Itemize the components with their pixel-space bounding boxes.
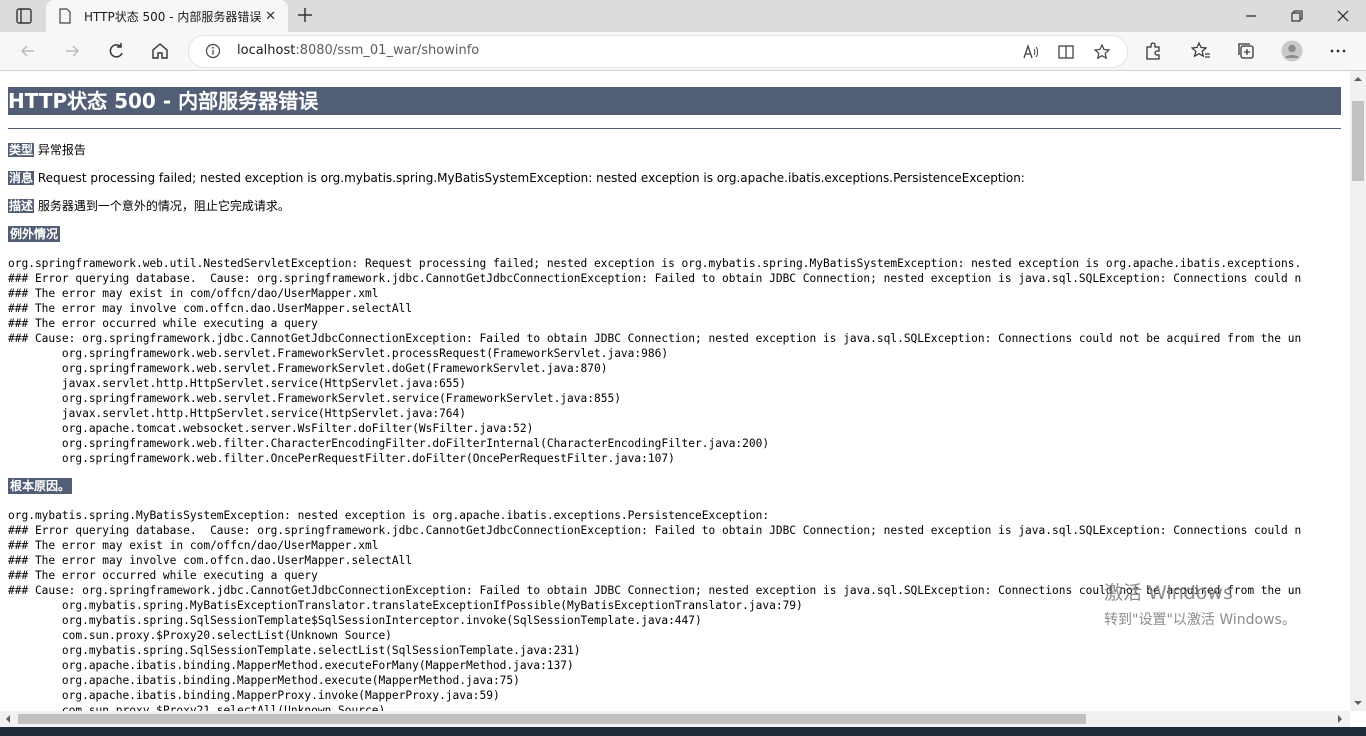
description-row: 描述 服务器遇到一个意外的情况，阻止它完成请求。 <box>8 198 290 214</box>
message-label: 消息 <box>8 171 35 185</box>
page-icon <box>59 8 71 24</box>
watermark-title: 激活 Windows <box>1104 582 1233 604</box>
url-text[interactable]: localhost:8080/ssm_01_war/showinfo <box>237 43 479 58</box>
favorites-icon[interactable] <box>1191 41 1211 61</box>
sidebar-icon[interactable] <box>10 6 36 26</box>
vertical-scroll-thumb[interactable] <box>1352 101 1364 181</box>
type-value: 异常报告 <box>37 143 86 157</box>
plus-icon[interactable] <box>294 4 316 26</box>
page-title: HTTP状态 500 - 内部服务器错误 <box>8 87 1341 115</box>
url-host: localhost <box>237 43 296 58</box>
refresh-icon[interactable] <box>106 41 126 61</box>
more-icon[interactable] <box>1328 41 1348 61</box>
tab-active[interactable]: HTTP状态 500 - 内部服务器错误 ✕ <box>46 0 288 32</box>
minimize-icon[interactable] <box>1243 8 1259 24</box>
watermark-subtitle: 转到"设置"以激活 Windows。 <box>1104 612 1296 628</box>
description-value: 服务器遇到一个意外的情况，阻止它完成请求。 <box>37 199 290 213</box>
immersive-reader-icon[interactable] <box>1057 43 1075 61</box>
browser-toolbar: localhost:8080/ssm_01_war/showinfo <box>0 32 1366 71</box>
close-icon[interactable] <box>1335 8 1351 24</box>
scroll-left-icon[interactable] <box>2 713 14 725</box>
restore-icon[interactable] <box>1289 8 1305 24</box>
add-favorite-icon[interactable] <box>1093 43 1111 61</box>
tab-close-icon[interactable]: ✕ <box>265 9 276 24</box>
tab-strip: HTTP状态 500 - 内部服务器错误 ✕ <box>0 0 1366 32</box>
windows-activation-watermark: 激活 Windows 转到"设置"以激活 Windows。 <box>1104 578 1296 629</box>
back-arrow-icon[interactable] <box>18 41 38 61</box>
collections-icon[interactable] <box>1236 41 1256 61</box>
scroll-up-icon[interactable] <box>1352 73 1364 85</box>
address-bar[interactable]: localhost:8080/ssm_01_war/showinfo <box>188 35 1128 68</box>
vertical-scrollbar[interactable] <box>1350 71 1366 711</box>
taskbar <box>0 727 1366 736</box>
description-label: 描述 <box>8 199 35 213</box>
tab-title: HTTP状态 500 - 内部服务器错误 <box>84 10 262 24</box>
message-row: 消息 Request processing failed; nested exc… <box>8 170 1025 186</box>
scroll-right-icon[interactable] <box>1334 713 1346 725</box>
type-label: 类型 <box>8 143 35 157</box>
divider <box>8 128 1341 129</box>
type-row: 类型 异常报告 <box>8 142 86 158</box>
exception-trace: org.springframework.web.util.NestedServl… <box>8 257 1302 465</box>
home-icon[interactable] <box>150 41 170 61</box>
forward-arrow-icon[interactable] <box>62 41 82 61</box>
horizontal-scrollbar[interactable] <box>0 711 1350 727</box>
root-cause-label: 根本原因。 <box>8 478 73 494</box>
info-icon[interactable] <box>205 43 221 59</box>
url-path: :8080/ssm_01_war/showinfo <box>295 43 480 58</box>
exception-label: 例外情况 <box>8 226 61 242</box>
scroll-down-icon[interactable] <box>1352 697 1364 709</box>
extensions-icon[interactable] <box>1143 41 1163 61</box>
profile-avatar-icon[interactable] <box>1281 40 1303 62</box>
read-aloud-icon[interactable] <box>1021 43 1039 61</box>
message-value: Request processing failed; nested except… <box>37 171 1025 185</box>
horizontal-scroll-thumb[interactable] <box>18 714 1086 724</box>
